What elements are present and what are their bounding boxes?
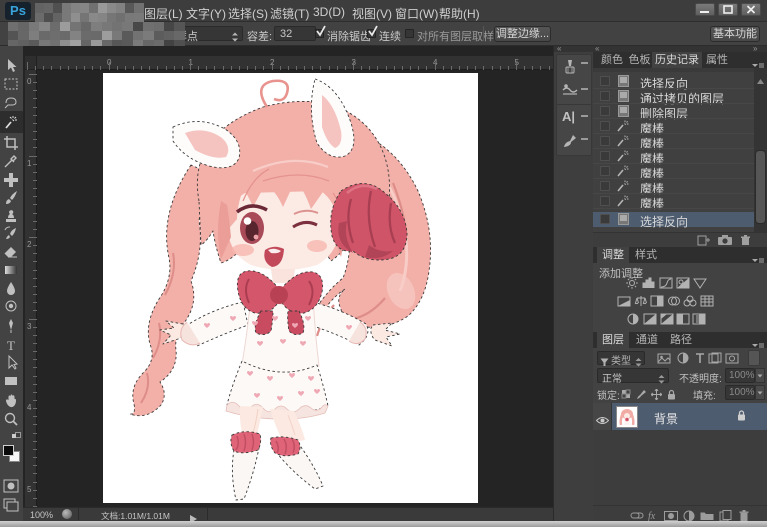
- svg-text:T: T: [7, 338, 15, 353]
